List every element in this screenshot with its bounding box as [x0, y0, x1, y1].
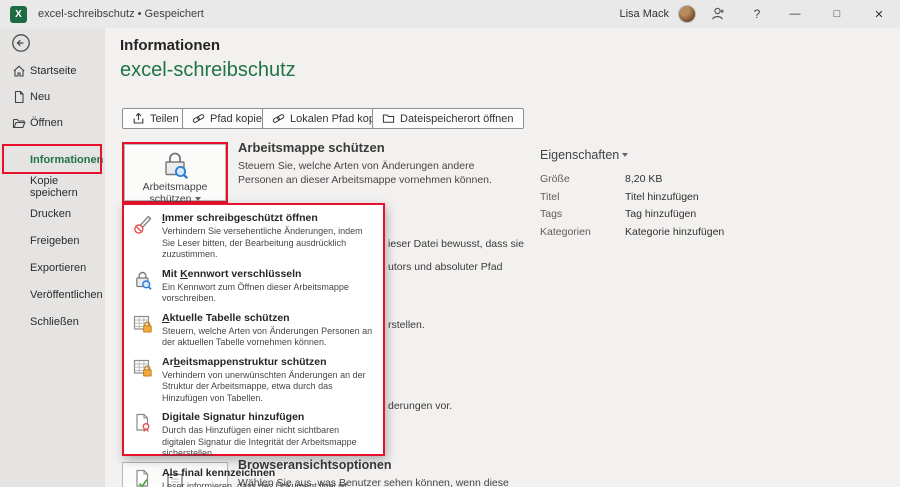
link-icon — [192, 112, 205, 125]
backstage-sidebar: Startseite Neu Öffnen Informationen Kopi… — [0, 28, 105, 487]
user-name: Lisa Mack — [619, 8, 669, 20]
background-text-fragment: utors und absoluter Pfad — [388, 261, 503, 273]
menu-item-arbeitsmappenstruktur-schuetzen[interactable]: Arbeitsmappenstruktur schützen Verhinder… — [124, 353, 383, 409]
sidebar-item-label: Veröffentlichen — [30, 289, 103, 301]
background-text-fragment: derungen vor. — [388, 400, 453, 412]
share-button-label: Teilen — [150, 112, 179, 125]
menu-item-als-final-kennzeichnen[interactable]: Als final kennzeichnen Leser informieren… — [124, 464, 383, 487]
property-label: Kategorien — [540, 225, 591, 238]
property-label: Titel — [540, 190, 560, 203]
sidebar-item-label: Neu — [30, 91, 51, 103]
menu-item-desc: Ein Kennwort zum Öffnen dieser Arbeitsma… — [162, 281, 349, 304]
menu-item-aktuelle-tabelle-schuetzen[interactable]: Aktuelle Tabelle schützen Steuern, welch… — [124, 309, 383, 353]
document-seal-icon — [132, 411, 156, 460]
folder-icon — [382, 112, 395, 125]
menu-item-desc: Durch das Hinzufügen einer nicht sichtba… — [162, 425, 357, 458]
property-value-add-tag[interactable]: Tag hinzufügen — [625, 208, 696, 221]
protect-workbook-dropdown-menu: Immer schreibgeschützt öffnen Verhindern… — [122, 203, 385, 487]
property-value-add-title[interactable]: Titel hinzufügen — [625, 191, 699, 204]
menu-item-title: Immer schreibgeschützt öffnen — [162, 212, 318, 224]
sidebar-item-neu[interactable]: Neu — [0, 84, 105, 110]
new-document-icon — [12, 90, 26, 104]
sidebar-item-label: Startseite — [30, 65, 77, 77]
maximize-button[interactable]: □ — [816, 0, 858, 28]
sidebar-item-informationen[interactable]: Informationen — [0, 147, 105, 173]
background-text-fragment: ieser Datei bewusst, dass sie — [388, 238, 524, 250]
protect-workbook-section: Arbeitsmappe schützen Steuern Sie, welch… — [238, 140, 523, 187]
sidebar-item-veroeffentlichen[interactable]: Veröffentlichen — [0, 282, 105, 308]
people-icon[interactable] — [710, 6, 740, 22]
sidebar-item-label: Freigeben — [30, 235, 80, 247]
menu-item-title: Als final kennzeichnen — [162, 466, 276, 479]
chevron-down-icon — [622, 152, 629, 157]
excel-backstage-window: X excel-schreibschutz • Gespeichert Lisa… — [0, 0, 900, 487]
menu-item-immer-schreibgeschuetzt-oeffnen[interactable]: Immer schreibgeschützt öffnen Verhindern… — [124, 209, 383, 265]
backstage-content: Informationen excel-schreibschutz Teilen… — [105, 28, 900, 487]
open-file-location-button-label: Dateispeicherort öffnen — [400, 112, 514, 125]
protect-workbook-button-label-1: Arbeitsmappe — [142, 181, 208, 193]
sidebar-item-oeffnen[interactable]: Öffnen — [0, 110, 105, 136]
pencil-block-icon — [132, 212, 156, 261]
property-value-add-category[interactable]: Kategorie hinzufügen — [625, 226, 724, 239]
menu-item-desc: Leser informieren, dass das Dokument fin… — [162, 480, 350, 487]
sidebar-item-label: Drucken — [30, 208, 71, 220]
sheet-lock-icon — [132, 312, 156, 349]
lock-magnifier-icon — [159, 149, 191, 181]
property-value: 8,20 KB — [625, 173, 663, 185]
lock-magnifier-icon — [132, 268, 156, 305]
protect-section-title: Arbeitsmappe schützen — [238, 140, 385, 155]
protect-section-desc: Steuern Sie, welche Arten von Änderungen… — [238, 160, 492, 186]
window-title: excel-schreibschutz • Gespeichert — [38, 8, 204, 20]
properties-header[interactable]: Eigenschaften — [540, 146, 890, 164]
properties-panel: Eigenschaften Größe 8,20 KB Titel Titel … — [540, 146, 890, 239]
property-label: Tags — [540, 208, 563, 220]
property-row-kategorien: Kategorien Kategorie hinzufügen — [540, 226, 890, 239]
open-folder-icon — [12, 116, 26, 130]
share-icon — [132, 112, 145, 125]
help-button[interactable]: ? — [740, 7, 774, 21]
protect-workbook-button[interactable]: Arbeitsmappe schützen — [122, 142, 228, 205]
workbook-structure-lock-icon — [132, 356, 156, 405]
sidebar-item-schliessen[interactable]: Schließen — [0, 309, 105, 335]
sidebar-item-label: Informationen — [30, 154, 104, 166]
sidebar-item-drucken[interactable]: Drucken — [0, 201, 105, 227]
user-avatar[interactable] — [678, 5, 696, 23]
menu-item-desc: Verhindern von unerwünschten Änderungen … — [162, 369, 366, 403]
menu-item-title: Digitale Signatur hinzufügen — [162, 411, 305, 423]
link-icon — [272, 112, 285, 125]
sidebar-item-startseite[interactable]: Startseite — [0, 58, 105, 84]
menu-item-title: Arbeitsmappenstruktur schützen — [162, 355, 327, 368]
property-row-groesse: Größe 8,20 KB — [540, 173, 890, 186]
home-icon — [12, 64, 26, 78]
close-button[interactable]: ✕ — [858, 0, 900, 28]
menu-item-desc: Verhindern Sie versehentliche Änderungen… — [162, 226, 363, 259]
chevron-down-icon — [194, 197, 201, 202]
sidebar-item-label: Kopie speichern — [30, 175, 78, 199]
sidebar-item-freigeben[interactable]: Freigeben — [0, 228, 105, 254]
menu-item-desc: Steuern, welche Arten von Änderungen Per… — [162, 325, 373, 348]
document-check-icon — [132, 467, 156, 487]
menu-item-title: Aktuelle Tabelle schützen — [162, 311, 290, 324]
open-file-location-button[interactable]: Dateispeicherort öffnen — [372, 108, 524, 129]
back-button[interactable] — [11, 33, 31, 53]
property-row-titel: Titel Titel hinzufügen — [540, 191, 890, 204]
property-label: Größe — [540, 173, 570, 185]
sidebar-item-label: Öffnen — [30, 117, 63, 129]
sidebar-item-exportieren[interactable]: Exportieren — [0, 255, 105, 281]
menu-item-digitale-signatur-hinzufuegen[interactable]: Digitale Signatur hinzufügen Durch das H… — [124, 408, 383, 464]
menu-item-title: Mit Kennwort verschlüsseln — [162, 267, 302, 280]
file-title: excel-schreibschutz — [120, 59, 296, 81]
title-bar: X excel-schreibschutz • Gespeichert Lisa… — [0, 0, 900, 28]
page-title: Informationen — [120, 37, 220, 54]
sidebar-item-label: Schließen — [30, 316, 79, 328]
sidebar-item-kopie-speichern[interactable]: Kopie speichern — [0, 174, 105, 200]
sidebar-item-label: Exportieren — [30, 262, 87, 274]
minimize-button[interactable]: — — [774, 0, 816, 28]
property-row-tags: Tags Tag hinzufügen — [540, 208, 890, 221]
menu-item-mit-kennwort-verschluesseln[interactable]: Mit Kennwort verschlüsseln Ein Kennwort … — [124, 265, 383, 309]
share-button[interactable]: Teilen — [122, 108, 189, 129]
background-text-fragment: rstellen. — [388, 319, 425, 331]
excel-app-icon: X — [10, 5, 27, 23]
